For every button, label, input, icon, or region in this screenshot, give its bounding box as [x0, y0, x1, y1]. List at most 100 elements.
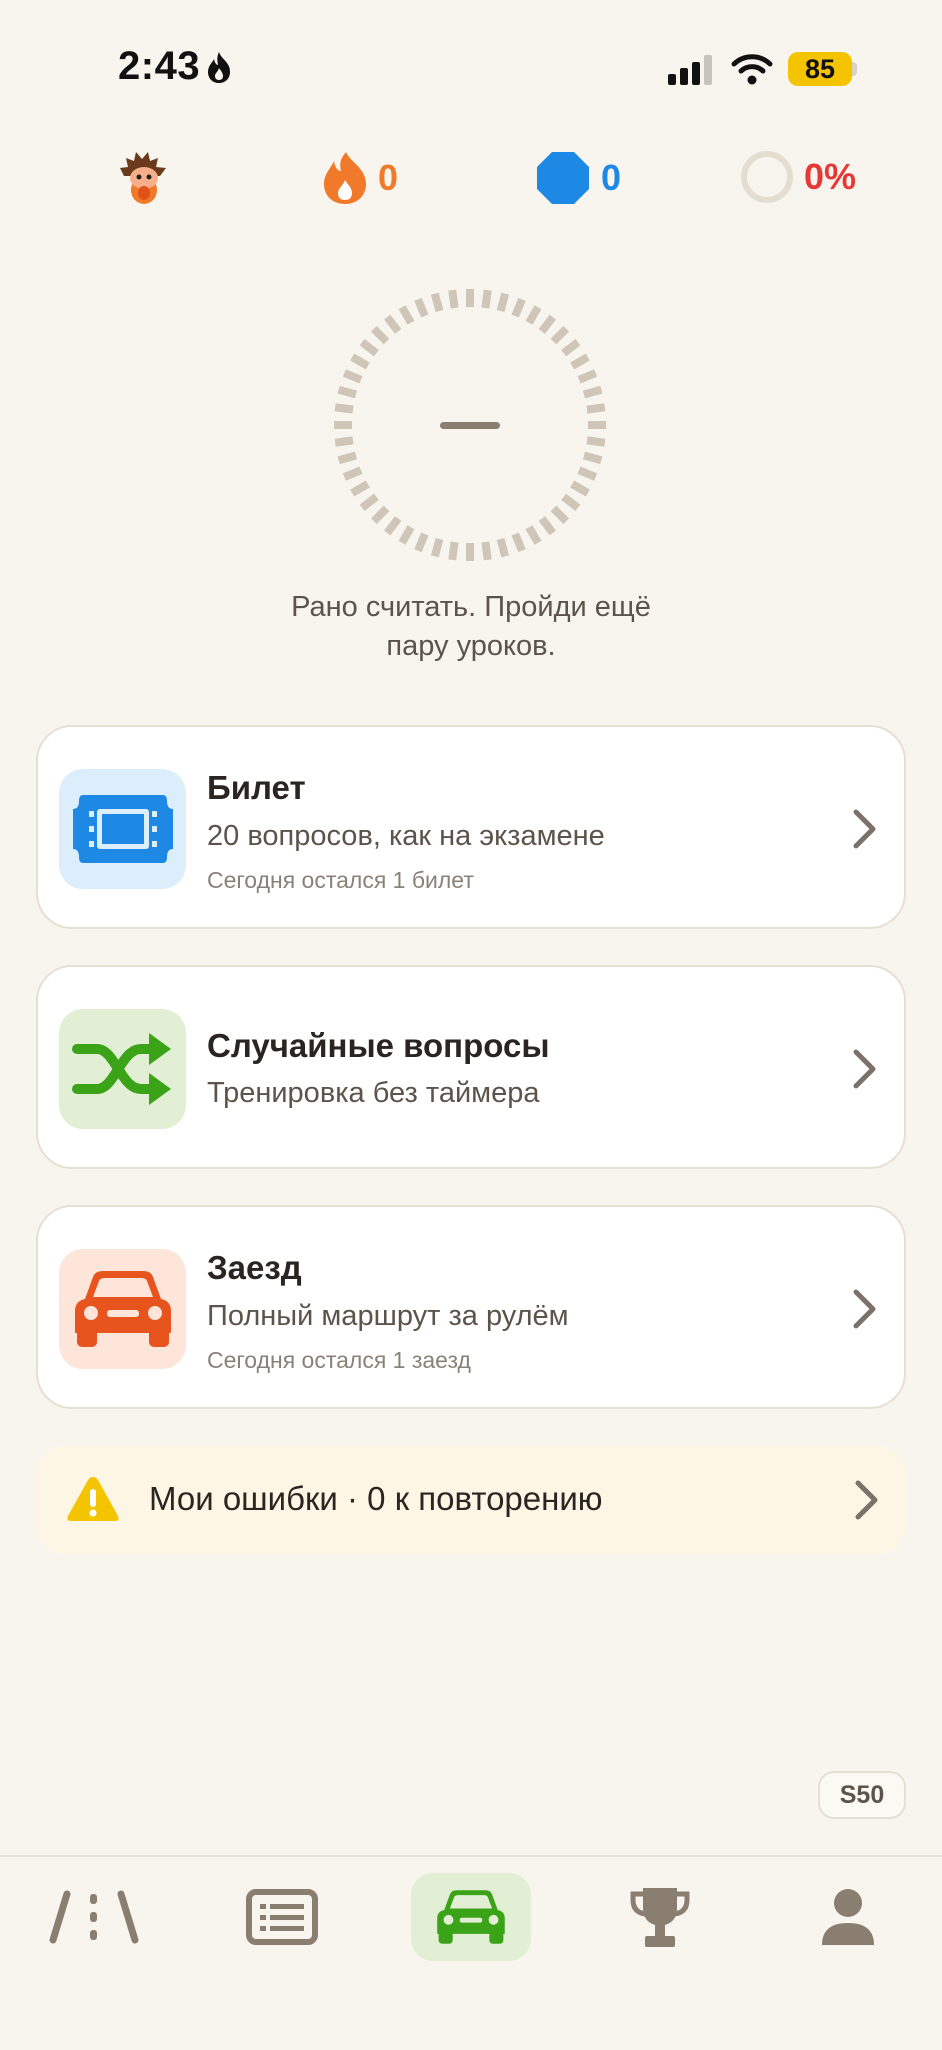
gauge-tick [334, 436, 354, 447]
tab-practice[interactable] [411, 1873, 531, 1961]
signal-icon [668, 55, 712, 85]
streak-fire-icon [324, 152, 366, 204]
gauge-tick [398, 305, 415, 325]
gauge-tick [430, 292, 444, 313]
gauge-tick [550, 326, 569, 345]
status-time: 2:43 [118, 44, 232, 89]
shuffle-icon-tile [59, 1009, 186, 1129]
gauge-tick [430, 537, 444, 558]
gauge-tick [538, 516, 556, 536]
random-questions-card[interactable]: Случайные вопросы Тренировка без таймера [36, 965, 906, 1169]
gauge-tick [384, 314, 402, 334]
my-mistakes-banner[interactable]: Мои ошибки · 0 к повторению [36, 1445, 906, 1555]
car-icon [74, 1271, 171, 1347]
gauge-tick [577, 369, 598, 384]
progress-stat[interactable]: 0% [740, 150, 856, 204]
gauge-tick [342, 369, 363, 384]
gauge-tick [570, 480, 590, 497]
shuffle-icon [71, 1033, 171, 1105]
gauge-tick [371, 326, 390, 345]
gauge-tick [577, 466, 598, 481]
gauge-tick [350, 353, 370, 370]
gauge-tick [550, 505, 569, 524]
ticket-title: Билет [207, 769, 306, 806]
gauge-tick [359, 339, 379, 357]
version-badge: S50 [818, 1771, 906, 1819]
gauge-tick [359, 493, 379, 511]
gauge-tick [342, 466, 363, 481]
gauge-tick [586, 436, 606, 447]
drive-title: Заезд [207, 1249, 302, 1286]
random-questions-subtitle: Тренировка без таймера [207, 1077, 540, 1109]
gauge-tick [384, 516, 402, 536]
gauge-tick [414, 297, 429, 318]
chevron-right-icon [853, 1289, 876, 1329]
gauge-tick [398, 525, 415, 545]
battery-cap [852, 62, 857, 76]
drive-subtitle: Полный маршрут за рулём [207, 1300, 569, 1332]
gauge-tick [371, 505, 390, 524]
my-mistakes-label: Мои ошибки · 0 к повторению [149, 1480, 603, 1517]
gauge-message-line1: Рано считать. Пройди ещё [291, 591, 651, 623]
gauge-message: Рано считать. Пройди ещё пару уроков. [240, 588, 702, 666]
blue-octagon-icon [537, 152, 589, 204]
gauge-dash-value [440, 422, 500, 429]
gauge-tick [448, 541, 459, 561]
gauge-tick [511, 532, 526, 553]
gauge-tick [538, 314, 556, 334]
gauge-tick [570, 353, 590, 370]
gauge-tick [496, 292, 510, 313]
gauge-tick [414, 532, 429, 553]
wifi-icon [731, 54, 773, 85]
gauge-tick [511, 297, 526, 318]
gauge-tick [496, 537, 510, 558]
warning-icon [67, 1477, 119, 1521]
streak-count: 0 [378, 157, 399, 198]
drive-note: Сегодня остался 1 заезд [207, 1347, 471, 1373]
progress-percent: 0% [804, 156, 857, 197]
tab-profile[interactable] [788, 1873, 908, 1961]
gauge-tick [525, 305, 542, 325]
progress-ring-icon [741, 151, 793, 203]
gauge-tick [337, 385, 358, 399]
tab-lessons[interactable] [222, 1873, 342, 1961]
gauge-tick [525, 525, 542, 545]
ticket-icon [72, 795, 173, 863]
chevron-right-icon [855, 1480, 878, 1520]
gauge-tick [334, 403, 354, 414]
ticket-card[interactable]: Билет 20 вопросов, как на экзамене Сегод… [36, 725, 906, 929]
streak-stat[interactable]: 0 [322, 150, 398, 206]
gauge-tick [481, 541, 492, 561]
gauge-tick [582, 385, 603, 399]
ticket-icon-tile [59, 769, 186, 889]
gauge-tick [350, 480, 370, 497]
gauge-tick [586, 403, 606, 414]
flame-status-icon [208, 51, 231, 83]
gauge-message-line2: пару уроков. [386, 630, 556, 662]
tab-road[interactable] [34, 1873, 154, 1961]
bottom-tab-bar [0, 1855, 942, 2050]
gauge-tick [481, 289, 492, 309]
car-icon-tile [59, 1249, 186, 1369]
ticket-note: Сегодня остался 1 билет [207, 867, 474, 893]
tab-leaderboard[interactable] [600, 1873, 720, 1961]
gauge-tick [448, 289, 459, 309]
drive-card[interactable]: Заезд Полный маршрут за рулём Сегодня ос… [36, 1205, 906, 1409]
gems-count: 0 [601, 157, 622, 198]
time-text: 2:43 [118, 44, 201, 88]
random-questions-title: Случайные вопросы [207, 1027, 550, 1064]
list-icon [246, 1889, 318, 1945]
car-icon [437, 1890, 505, 1944]
chevron-right-icon [853, 809, 876, 849]
gems-stat[interactable]: 0 [535, 150, 621, 206]
road-icon [49, 1890, 139, 1944]
trophy-icon [630, 1888, 690, 1947]
gauge-tick [582, 451, 603, 465]
ticket-subtitle: 20 вопросов, как на экзамене [207, 820, 605, 852]
gauge-tick [561, 493, 581, 511]
battery-indicator: 85 [788, 52, 852, 86]
profile-icon [822, 1889, 874, 1945]
gauge-tick [337, 451, 358, 465]
gauge-tick [561, 339, 581, 357]
hedgehog-mascot-icon [120, 152, 166, 204]
